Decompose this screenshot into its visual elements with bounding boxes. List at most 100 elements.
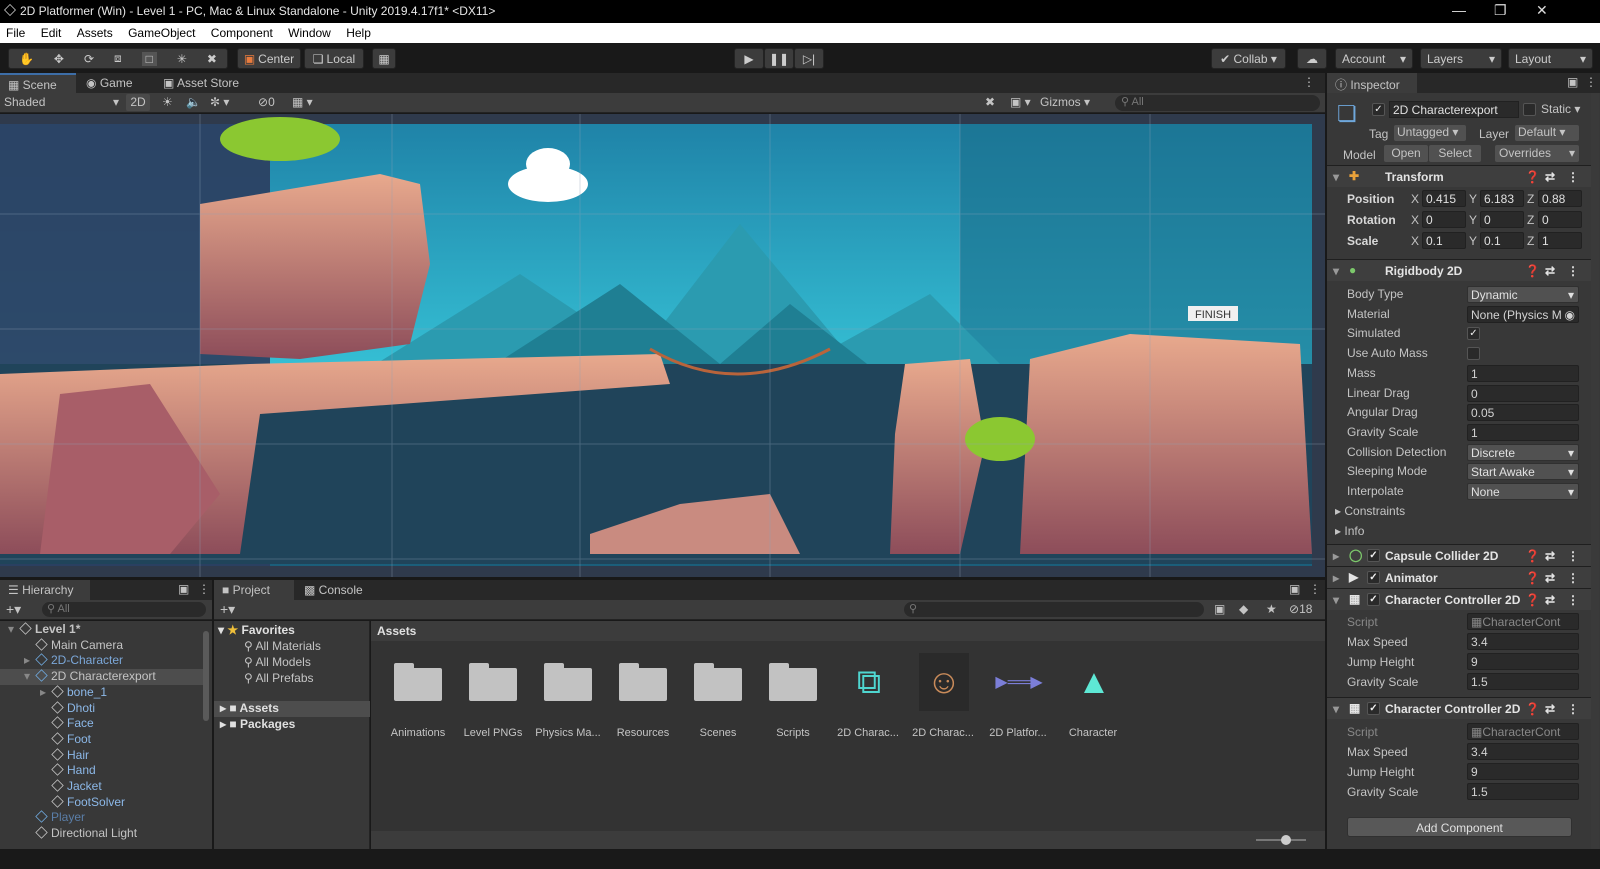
shading-dropdown[interactable]: Shaded ▾ <box>4 95 119 109</box>
axis-y-label[interactable]: Y <box>1469 234 1477 248</box>
hierarchy-item[interactable]: ▸ bone_1 <box>0 685 205 701</box>
hidden-objects-toggle[interactable]: ⊘0 <box>258 95 275 109</box>
hierarchy-item[interactable]: FootSolver <box>0 795 205 811</box>
hidden-packages-toggle[interactable]: ⊘18 <box>1289 602 1312 616</box>
more-icon[interactable]: ⋮ <box>1567 571 1579 585</box>
help-icon[interactable]: ❓ <box>1525 571 1540 585</box>
asset-item[interactable]: ▶══▶ 2D Platfor... <box>981 649 1055 744</box>
transform-position-x-field[interactable]: 0.415 <box>1422 190 1466 207</box>
preset-icon[interactable]: ⇄ <box>1545 549 1555 563</box>
camera-icon[interactable]: ▣ ▾ <box>1010 95 1031 109</box>
layout-dropdown[interactable]: Layout ▾ <box>1508 48 1593 69</box>
zoom-slider-handle[interactable] <box>1281 835 1291 845</box>
chevron-down-icon[interactable]: ▾ <box>8 622 20 636</box>
rigidbody-checkbox[interactable] <box>1467 347 1480 361</box>
gizmos-dropdown[interactable]: Gizmos ▾ <box>1040 95 1090 109</box>
layers-dropdown[interactable]: Layers ▾ <box>1420 48 1502 69</box>
help-icon[interactable]: ❓ <box>1525 593 1540 607</box>
chevron-right-icon[interactable]: ▸ <box>24 653 36 667</box>
help-icon[interactable]: ❓ <box>1525 170 1540 184</box>
rigidbody-header[interactable]: ▾ ● Rigidbody 2D ❓ ⇄ ⋮ <box>1327 259 1592 281</box>
tab-hierarchy[interactable]: ☰ Hierarchy <box>0 580 90 600</box>
hierarchy-item[interactable]: Player <box>0 810 205 826</box>
axis-z-label[interactable]: Z <box>1527 192 1534 206</box>
transform-position-z-field[interactable]: 0.88 <box>1538 190 1582 207</box>
asset-item[interactable]: Level PNGs <box>456 649 530 744</box>
project-search-input[interactable]: ⚲ <box>904 602 1204 617</box>
add-icon[interactable]: +▾ <box>220 601 235 618</box>
lock-icon[interactable]: ▣ <box>1567 75 1578 89</box>
asset-item[interactable]: Animations <box>381 649 455 744</box>
controller2-gravity-field[interactable]: 1.5 <box>1467 783 1579 800</box>
tag-dropdown[interactable]: Untagged ▾ <box>1394 125 1466 141</box>
folder-packages[interactable]: ▸ ■ Packages <box>220 717 295 731</box>
select-button[interactable]: Select <box>1429 145 1481 162</box>
collab-dropdown[interactable]: ✔ Collab ▾ <box>1211 48 1286 69</box>
maximize-icon[interactable]: ❐ <box>1494 2 1507 19</box>
hierarchy-item[interactable]: Hair <box>0 748 205 764</box>
account-dropdown[interactable]: Account ▾ <box>1335 48 1413 69</box>
transform-scale-x-field[interactable]: 0.1 <box>1422 232 1466 249</box>
asset-item[interactable]: Resources <box>606 649 680 744</box>
scale-tool-icon[interactable]: ⧈ <box>114 51 122 66</box>
hierarchy-item[interactable]: Jacket <box>0 779 205 795</box>
tab-asset-store[interactable]: ▣ Asset Store <box>155 73 255 93</box>
rigidbody-input[interactable]: None (Physics M ◉ <box>1467 305 1579 323</box>
chevron-down-icon[interactable]: ▾ <box>24 669 36 683</box>
menu-gameobject[interactable]: GameObject <box>122 23 201 40</box>
effects-icon[interactable]: ✼ ▾ <box>210 95 229 109</box>
help-icon[interactable]: ❓ <box>1525 264 1540 278</box>
add-component-button[interactable]: Add Component <box>1347 817 1572 837</box>
add-icon[interactable]: +▾ <box>6 601 21 618</box>
controller1-maxspeed-field[interactable]: 3.4 <box>1467 633 1579 650</box>
more-icon[interactable]: ⋮ <box>1567 593 1579 607</box>
rigidbody-dropdown[interactable]: Start Awake ▾ <box>1467 463 1579 481</box>
controller1-script-field[interactable]: ▦CharacterCont <box>1467 613 1579 630</box>
close-icon[interactable]: ✕ <box>1536 2 1548 19</box>
axis-y-label[interactable]: Y <box>1469 213 1477 227</box>
menu-help[interactable]: Help <box>340 23 377 40</box>
rect-tool-icon[interactable]: □ <box>141 51 157 66</box>
move-tool-icon[interactable]: ✥ <box>54 52 64 66</box>
axis-y-label[interactable]: Y <box>1469 192 1477 206</box>
menu-window[interactable]: Window <box>282 23 337 40</box>
transform-tool-icon[interactable]: ✳ <box>177 52 187 66</box>
grid-toggle-icon[interactable]: ▦ ▾ <box>292 95 313 109</box>
menu-file[interactable]: File <box>0 23 31 40</box>
static-dropdown[interactable]: Static ▾ <box>1541 102 1580 116</box>
grid-snap-button[interactable]: ▦ <box>372 48 396 69</box>
layer-dropdown[interactable]: Default ▾ <box>1515 125 1579 141</box>
constraints-foldout[interactable]: ▸ Constraints <box>1335 504 1405 518</box>
active-checkbox[interactable]: ✓ <box>1372 103 1385 116</box>
pivot-center-button[interactable]: ▣ Center <box>237 48 301 69</box>
overrides-dropdown[interactable]: Overrides ▾ <box>1495 145 1579 162</box>
play-button[interactable]: ▶ <box>734 48 764 69</box>
menu-component[interactable]: Component <box>205 23 279 40</box>
breadcrumb[interactable]: Assets <box>371 621 1325 641</box>
favorite-star-icon[interactable]: ★ <box>1266 602 1277 616</box>
folder-assets[interactable]: ▸ ■ Assets <box>214 701 370 717</box>
info-foldout[interactable]: ▸ Info <box>1335 524 1364 538</box>
chevron-right-icon[interactable]: ▸ <box>40 685 52 699</box>
tab-game[interactable]: ◉ Game <box>78 73 154 93</box>
hierarchy-item[interactable]: Dhoti <box>0 701 205 717</box>
axis-x-label[interactable]: X <box>1411 192 1419 206</box>
cloud-button[interactable]: ☁ <box>1297 48 1327 69</box>
controller1-enabled-checkbox[interactable]: ✓ <box>1367 593 1380 606</box>
asset-item[interactable]: ☺ 2D Charac... <box>906 649 980 744</box>
asset-item[interactable]: Physics Ma... <box>531 649 605 744</box>
animator-header[interactable]: ▸ ▶ ✓ Animator ❓ ⇄ ⋮ <box>1327 566 1592 588</box>
controller2-jump-field[interactable]: 9 <box>1467 763 1579 780</box>
rotate-tool-icon[interactable]: ⟳ <box>84 52 94 66</box>
rigidbody-checkbox[interactable]: ✓ <box>1467 327 1480 341</box>
hierarchy-item[interactable]: Face <box>0 716 205 732</box>
minimize-icon[interactable]: — <box>1452 2 1466 18</box>
capsule-collider-header[interactable]: ▸ ◯ ✓ Capsule Collider 2D ❓ ⇄ ⋮ <box>1327 544 1592 566</box>
tools-icon[interactable]: ✖ <box>985 95 995 109</box>
transform-scale-y-field[interactable]: 0.1 <box>1480 232 1524 249</box>
preset-icon[interactable]: ⇄ <box>1545 702 1555 716</box>
static-checkbox[interactable] <box>1523 103 1536 116</box>
help-icon[interactable]: ❓ <box>1525 549 1540 563</box>
rigidbody-input[interactable]: 0.05 <box>1467 404 1579 422</box>
lock-icon[interactable]: ▣ <box>1289 582 1300 596</box>
